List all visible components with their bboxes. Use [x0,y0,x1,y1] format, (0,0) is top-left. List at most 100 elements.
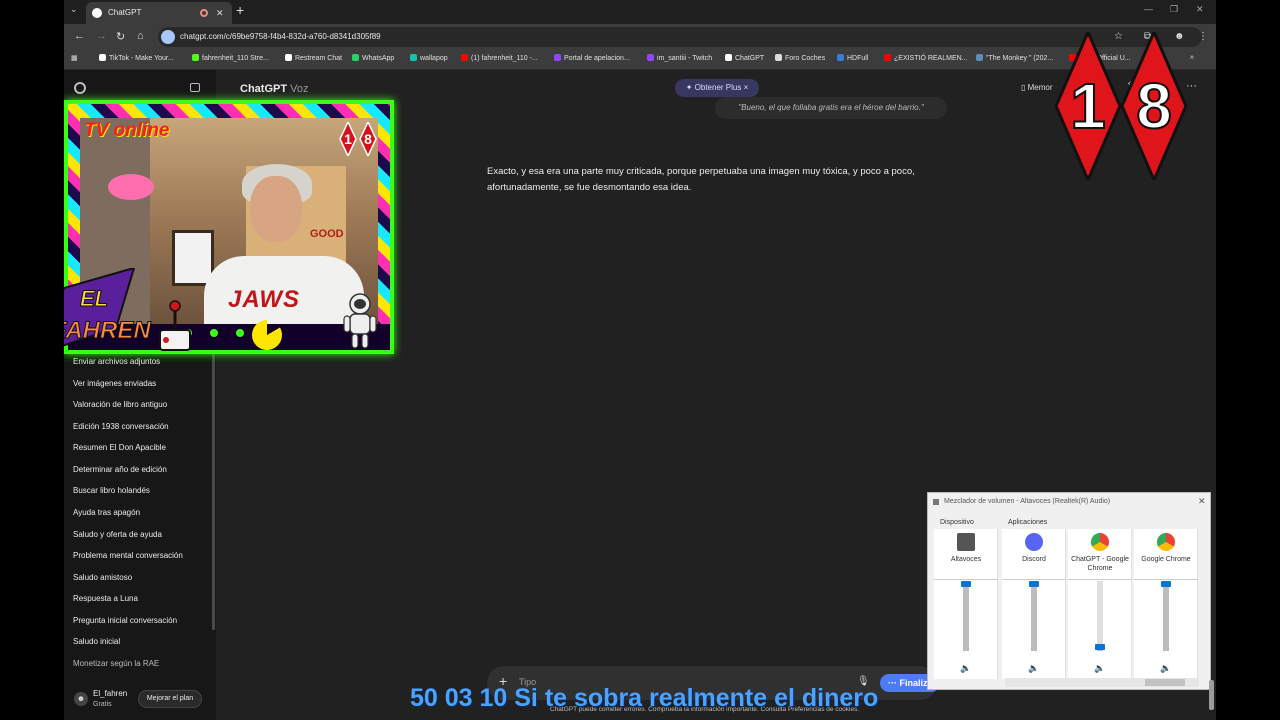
bookmark-item[interactable]: im_santiii - Twitch [647,54,712,62]
speaker-device-icon[interactable] [957,533,975,551]
home-icon[interactable]: ⌂ [137,30,144,42]
bookmark-favicon-icon [837,54,844,61]
apps-grid-icon[interactable]: ▦ [71,54,78,62]
openai-logo-icon[interactable] [74,82,86,94]
chat-history-item[interactable]: Valoración de libro antiguo [73,400,167,409]
mute-toggle-icon[interactable]: 🔈 [1028,663,1039,674]
volume-slider-thumb[interactable] [1029,581,1039,587]
site-info-icon[interactable] [161,30,175,44]
bookmark-item[interactable]: (1) fahrenheit_110 -... [461,54,538,62]
user-plan: Gratis [93,701,112,708]
bookmark-favicon-icon [725,54,732,61]
memory-button[interactable]: ▯ Memor [1021,83,1053,92]
window-close-icon[interactable]: ✕ [1196,4,1204,15]
age-rating-badge-large: 1 8 [1054,32,1188,180]
upgrade-plan-button[interactable]: Mejorar el plan [138,690,202,708]
mute-toggle-icon[interactable]: 🔈 [1094,663,1105,674]
bookmark-item[interactable]: HDFull [837,54,868,62]
browser-menu-icon[interactable]: ⋮ [1198,31,1208,42]
mixer-horizontal-scrollbar[interactable] [1005,678,1199,687]
user-avatar[interactable]: ☻ [74,692,88,706]
new-tab-icon[interactable]: + [236,2,244,18]
volume-slider-thumb[interactable] [1161,581,1171,587]
mixer-title: Mezclador de volumen - Altavoces (Realte… [944,498,1111,505]
chat-history-item[interactable]: Buscar libro holandés [73,486,150,495]
chat-history-item[interactable]: Ayuda tras apagón [73,508,140,517]
get-plus-button[interactable]: ✦ Obtener Plus × [675,79,759,97]
volume-slider-thumb[interactable] [1095,644,1105,650]
chat-history-item[interactable]: Resumen El Don Apacible [73,443,166,452]
volume-slider[interactable] [961,581,971,651]
memory-label: Memor [1027,83,1053,92]
chat-history-item[interactable]: Edición 1938 conversación [73,422,169,431]
pacman-dot [210,329,218,337]
tab-chatgpt[interactable]: ChatGPT ✕ [86,2,232,24]
bookmark-item[interactable]: wallapop [410,54,448,62]
bookmark-item[interactable]: ¿EXISTIÓ REALMEN... [884,54,968,62]
assistant-message: Exacto, y esa era una parte muy criticad… [487,166,915,193]
sidebar-scrollbar[interactable] [212,330,215,630]
bookmark-item[interactable]: "The Monkey " (202... [976,54,1053,62]
chat-history-item[interactable]: Ver imágenes enviadas [73,379,156,388]
back-icon[interactable]: ← [74,30,85,42]
bookmark-item[interactable]: Restream Chat [285,54,342,62]
bookmark-item[interactable]: Foro Coches [775,54,825,62]
bookmark-item[interactable]: ChatGPT [725,54,764,62]
tab-list-chevron-icon[interactable]: ⌄ [70,4,78,15]
bookmark-item[interactable]: Portal de apelacion... [554,54,630,62]
chatgpt-favicon-icon [92,8,102,18]
volume-slider[interactable] [1161,581,1171,651]
recording-icon [200,9,208,17]
astronaut-icon [343,293,377,349]
user-name[interactable]: El_fahren [93,689,127,698]
bookmark-item[interactable]: fahrenheit_110 Stre... [192,54,269,62]
reload-icon[interactable]: ↻ [116,30,125,43]
badge-digit: 1 [344,131,352,147]
scrollbar-thumb[interactable] [1145,679,1185,686]
badge-digit: 8 [364,131,372,147]
close-tab-icon[interactable]: ✕ [216,2,224,24]
chat-history-item[interactable]: Saludo y oferta de ayuda [73,530,162,539]
forward-icon[interactable]: → [96,30,107,42]
chat-history-item[interactable]: Saludo inicial [73,637,120,646]
sidebar-toggle-icon[interactable] [190,83,200,92]
bookmark-favicon-icon [976,54,983,61]
bookmarks-overflow-icon[interactable]: » [1190,54,1194,61]
channel-name: Discord [1022,556,1046,563]
model-name: ChatGPT [240,83,288,95]
address-bar[interactable]: chatgpt.com/c/69be9758-f4b4-832d-a760-d8… [158,27,1202,47]
badge-digit: 8 [1136,70,1172,142]
page-title[interactable]: ChatGPT Voz [240,83,308,95]
mute-toggle-icon[interactable]: 🔈 [960,663,971,674]
device-header: Dispositivo [940,519,974,526]
discord-icon[interactable] [1025,533,1043,551]
bookmark-favicon-icon [647,54,654,61]
bookmark-item[interactable]: TikTok - Make Your... [99,54,174,62]
channel-divider [934,579,998,580]
volume-slider-thumb[interactable] [961,581,971,587]
chat-history-item[interactable]: Monetizar según la RAE [73,659,159,668]
restore-icon[interactable]: ❐ [1170,4,1178,15]
chat-history-item[interactable]: Problema mental conversación [73,551,183,560]
tab-title: ChatGPT [108,8,142,17]
channel-name: Google Chrome [1141,556,1191,563]
tab-bar: ⌄ ChatGPT ✕ + — ❐ ✕ [64,0,1216,24]
minimize-icon[interactable]: — [1144,4,1153,14]
page-scrollbar[interactable] [1209,680,1214,710]
bookmark-favicon-icon [884,54,891,61]
chat-history-item[interactable]: Pregunta inicial conversación [73,616,177,625]
volume-slider[interactable] [1095,581,1105,651]
bookmark-item[interactable]: WhatsApp [352,54,394,62]
mute-toggle-icon[interactable]: 🔈 [1160,663,1171,674]
volume-slider[interactable] [1029,581,1039,651]
bookmark-favicon-icon [461,54,468,61]
pink-hat [108,174,154,200]
chrome-icon[interactable] [1157,533,1175,551]
chat-history-item[interactable]: Respuesta a Luna [73,594,138,603]
browser-window: ⌄ ChatGPT ✕ + — ❐ ✕ ← → ↻ ⌂ chatgpt.com/… [64,0,1216,720]
chat-history-item[interactable]: Determinar año de edición [73,465,167,474]
mixer-close-icon[interactable]: ✕ [1198,496,1206,507]
tv-online-label: TV online [84,120,170,141]
chat-history-item[interactable]: Saludo amistoso [73,573,132,582]
chrome-icon[interactable] [1091,533,1109,551]
